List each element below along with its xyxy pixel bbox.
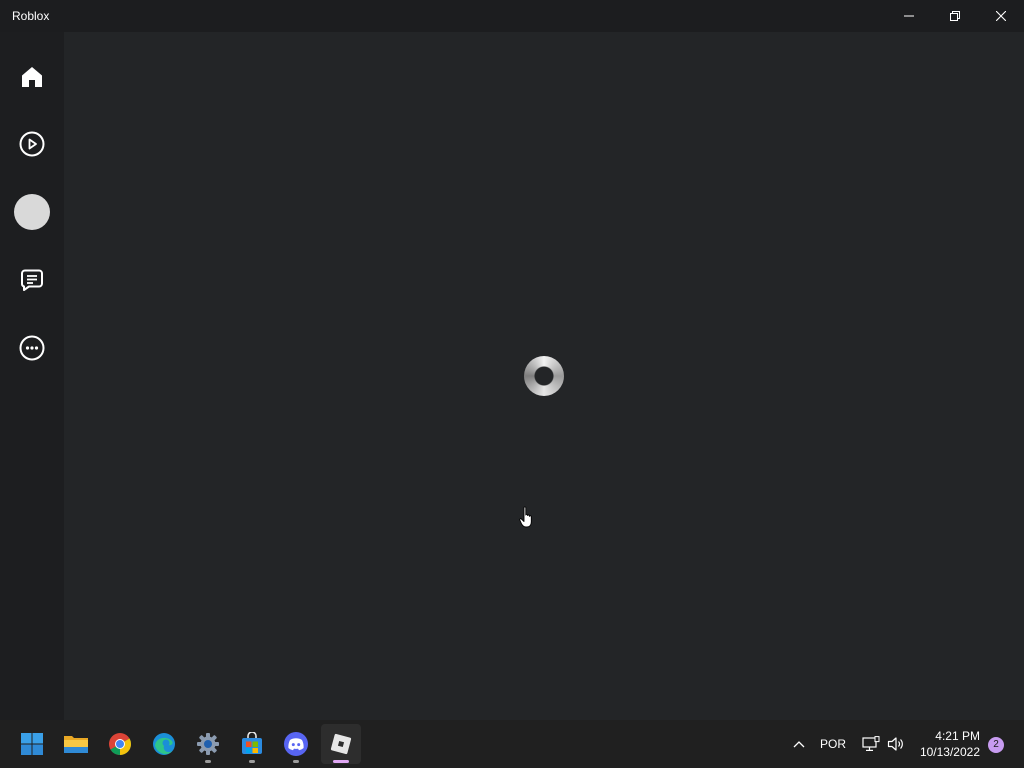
close-icon bbox=[996, 11, 1006, 21]
sidebar-item-more[interactable] bbox=[12, 328, 52, 368]
taskbar-chrome[interactable] bbox=[100, 724, 140, 764]
roblox-icon bbox=[330, 733, 352, 755]
volume-icon bbox=[887, 737, 903, 751]
sidebar-item-chat[interactable] bbox=[12, 260, 52, 300]
loading-spinner-icon bbox=[524, 356, 564, 396]
taskbar-clock[interactable]: 4:21 PM 10/13/2022 bbox=[914, 728, 980, 760]
hand-cursor-icon bbox=[519, 506, 532, 528]
store-icon bbox=[242, 732, 262, 754]
sidebar-item-play[interactable] bbox=[12, 124, 52, 164]
running-indicator bbox=[205, 760, 211, 763]
restore-button[interactable] bbox=[932, 0, 978, 32]
language-label: POR bbox=[819, 737, 846, 751]
running-indicator bbox=[249, 760, 255, 763]
minimize-button[interactable] bbox=[886, 0, 932, 32]
language-indicator[interactable]: POR bbox=[818, 720, 848, 768]
taskbar: POR 4:21 PM 10/13/2022 bbox=[0, 720, 1024, 768]
folder-icon bbox=[64, 736, 88, 753]
sidebar bbox=[0, 32, 64, 720]
sidebar-item-home[interactable] bbox=[12, 57, 52, 97]
taskbar-store[interactable] bbox=[232, 724, 272, 764]
avatar-icon bbox=[14, 194, 50, 230]
gear-icon bbox=[197, 733, 219, 755]
taskbar-edge[interactable] bbox=[144, 724, 184, 764]
more-icon bbox=[19, 335, 45, 361]
chrome-icon bbox=[109, 733, 131, 755]
sidebar-item-avatar[interactable] bbox=[12, 192, 52, 232]
close-button[interactable] bbox=[978, 0, 1024, 32]
network-icon bbox=[862, 736, 880, 751]
taskbar-settings[interactable] bbox=[188, 724, 228, 764]
notification-badge[interactable]: 2 bbox=[988, 737, 1004, 753]
running-indicator bbox=[293, 760, 299, 763]
clock-date: 10/13/2022 bbox=[919, 745, 980, 759]
window-title: Roblox bbox=[12, 9, 50, 23]
discord-icon bbox=[284, 732, 308, 756]
home-icon bbox=[22, 67, 42, 87]
edge-icon bbox=[153, 733, 175, 755]
chevron-up-icon bbox=[793, 741, 805, 748]
play-circle-icon bbox=[19, 131, 45, 157]
restore-icon bbox=[950, 11, 960, 21]
taskbar-start-button[interactable] bbox=[12, 724, 52, 764]
tray-network-button[interactable] bbox=[858, 720, 884, 768]
taskbar-roblox[interactable] bbox=[321, 724, 361, 764]
tray-volume-button[interactable] bbox=[884, 720, 908, 768]
active-indicator bbox=[333, 760, 349, 763]
windows-start-icon bbox=[21, 733, 43, 755]
main-content bbox=[64, 32, 1024, 720]
taskbar-file-explorer[interactable] bbox=[56, 724, 96, 764]
taskbar-discord[interactable] bbox=[276, 724, 316, 764]
window-titlebar[interactable]: Roblox bbox=[0, 0, 1024, 32]
minimize-icon bbox=[904, 15, 914, 17]
tray-overflow-button[interactable] bbox=[788, 720, 810, 768]
chat-icon bbox=[21, 269, 43, 291]
clock-time: 4:21 PM bbox=[935, 729, 980, 743]
